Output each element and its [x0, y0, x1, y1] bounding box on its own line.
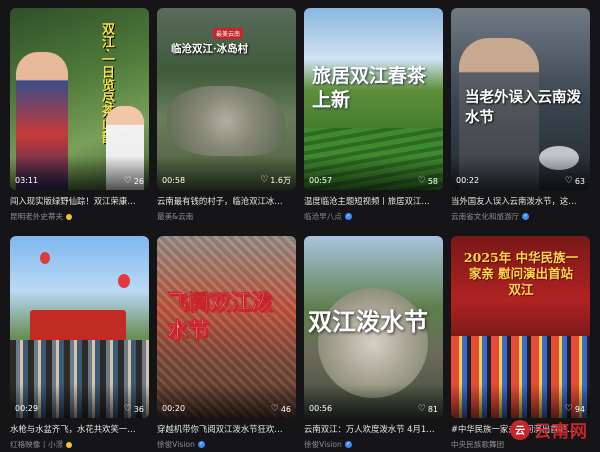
video-card[interactable]: 飞阅双江泼水节 00:20 ♡ 46 穿越机带你飞阅双江泼水节狂欢… 徐俊Visi…: [157, 236, 296, 452]
thumbnail-caption: 飞阅双江泼水节: [167, 289, 273, 343]
video-duration: 00:22: [456, 176, 480, 185]
video-card[interactable]: 最美云南 临沧双江·冰岛村 00:58 ♡ 1.6万 云南最有钱的村子，临沧双江冰…: [157, 8, 296, 224]
video-thumbnail[interactable]: 最美云南 临沧双江·冰岛村 00:58 ♡ 1.6万: [157, 8, 296, 190]
video-card[interactable]: 双江泼水节 00:56 ♡ 81 云南双江：万人欢度泼水节 4月1… 徐俊Visi…: [304, 236, 443, 452]
video-title[interactable]: 水枪与水盆齐飞，水花共欢笑一…: [10, 423, 149, 435]
video-card[interactable]: 00:29 ♡ 36 水枪与水盆齐飞，水花共欢笑一… 红格映像丨小澋: [10, 236, 149, 452]
channel-tag: 最美云南: [213, 28, 244, 39]
video-thumbnail[interactable]: 旅居双江春茶上新 00:57 ♡ 58: [304, 8, 443, 190]
like-count: ♡ 26: [123, 176, 144, 187]
thumbnail-caption: 旅居双江春茶上新: [312, 65, 427, 111]
like-count: ♡ 81: [417, 404, 438, 415]
heart-icon: ♡: [260, 175, 269, 185]
video-thumbnail[interactable]: 00:29 ♡ 36: [10, 236, 149, 418]
video-title[interactable]: 温度临沧主题短视频丨旅居双江…: [304, 195, 443, 207]
author-name[interactable]: 红格映像丨小澋: [10, 439, 149, 450]
heart-icon: ♡: [417, 404, 426, 414]
like-count: ♡ 46: [270, 404, 291, 415]
author-name[interactable]: 临沧早八点 ✓: [304, 211, 443, 222]
heart-icon: ♡: [270, 404, 279, 414]
creator-badge-icon: [66, 441, 73, 448]
plaza-aerial: [318, 288, 428, 398]
watermark-text: 云南网: [534, 422, 588, 442]
video-thumbnail[interactable]: 双江·一日览尽茶山韵 03:11 ♡ 26: [10, 8, 149, 190]
video-duration: 00:56: [309, 404, 333, 413]
video-card[interactable]: 旅居双江春茶上新 00:57 ♡ 58 温度临沧主题短视频丨旅居双江… 临沧早八点…: [304, 8, 443, 224]
like-count: ♡ 58: [417, 176, 438, 187]
video-duration: 03:11: [15, 176, 39, 185]
author-name[interactable]: 最美&云南: [157, 211, 296, 222]
video-title[interactable]: 云南双江：万人欢度泼水节 4月1…: [304, 423, 443, 435]
video-duration: 00:57: [309, 176, 333, 185]
village-aerial: [167, 86, 285, 156]
thumbnail-caption: 临沧双江·冰岛村: [171, 43, 249, 55]
thumbnail-caption: 当老外误入云南泼水节: [465, 89, 581, 126]
video-duration: 00:29: [15, 404, 39, 413]
heart-icon: ♡: [564, 176, 573, 186]
red-balloon: [40, 252, 50, 264]
like-count: ♡ 63: [564, 176, 585, 187]
author-name[interactable]: 昆明老外史蒂夫: [10, 211, 149, 222]
thumbnail-caption: 双江泼水节: [308, 307, 428, 336]
heart-icon: ♡: [564, 404, 573, 414]
fire-truck: [30, 310, 126, 344]
video-thumbnail[interactable]: 飞阅双江泼水节 00:20 ♡ 46: [157, 236, 296, 418]
like-count: ♡ 36: [123, 404, 144, 415]
author-name[interactable]: 徐俊Vision ✓: [304, 439, 443, 450]
verified-badge-icon: ✓: [344, 213, 352, 220]
video-thumbnail[interactable]: 当老外误入云南泼水节 00:22 ♡ 63: [451, 8, 590, 190]
heart-icon: ♡: [417, 176, 426, 186]
video-card[interactable]: 双江·一日览尽茶山韵 03:11 ♡ 26 闯入现实版绿野仙踪！双江荣康… 昆明老…: [10, 8, 149, 224]
video-title[interactable]: 云南最有钱的村子，临沧双江冰…: [157, 195, 296, 207]
thumbnail-caption: 2025年 中华民族一家亲 慰问演出首站 双江: [463, 250, 579, 297]
site-watermark: 云 云南网: [510, 417, 588, 442]
watermark-logo-icon: 云: [510, 419, 530, 440]
verified-badge-icon: ✓: [197, 441, 205, 448]
verified-badge-icon: ✓: [522, 213, 530, 220]
creator-badge-icon: [66, 213, 73, 220]
video-title[interactable]: 当外国友人误入云南泼水节，这…: [451, 195, 590, 207]
like-count: ♡ 1.6万: [260, 175, 291, 186]
video-duration: 00:20: [162, 404, 186, 413]
red-balloon: [118, 274, 130, 288]
like-count: ♡ 94: [564, 404, 585, 415]
author-name[interactable]: 徐俊Vision ✓: [157, 439, 296, 450]
video-title[interactable]: 闯入现实版绿野仙踪！双江荣康…: [10, 195, 149, 207]
verified-badge-icon: ✓: [344, 441, 352, 448]
video-thumbnail[interactable]: 2025年 中华民族一家亲 慰问演出首站 双江 ♡ 94: [451, 236, 590, 418]
video-grid: 双江·一日览尽茶山韵 03:11 ♡ 26 闯入现实版绿野仙踪！双江荣康… 昆明老…: [10, 8, 590, 449]
author-name[interactable]: 云南省文化和旅游厅 ✓: [451, 211, 590, 222]
video-title[interactable]: 穿越机带你飞阅双江泼水节狂欢…: [157, 423, 296, 435]
heart-icon: ♡: [123, 404, 132, 414]
video-thumbnail[interactable]: 双江泼水节 00:56 ♡ 81: [304, 236, 443, 418]
video-duration: 00:58: [162, 176, 186, 185]
video-card[interactable]: 当老外误入云南泼水节 00:22 ♡ 63 当外国友人误入云南泼水节，这… 云南省…: [451, 8, 590, 224]
heart-icon: ♡: [123, 176, 132, 186]
